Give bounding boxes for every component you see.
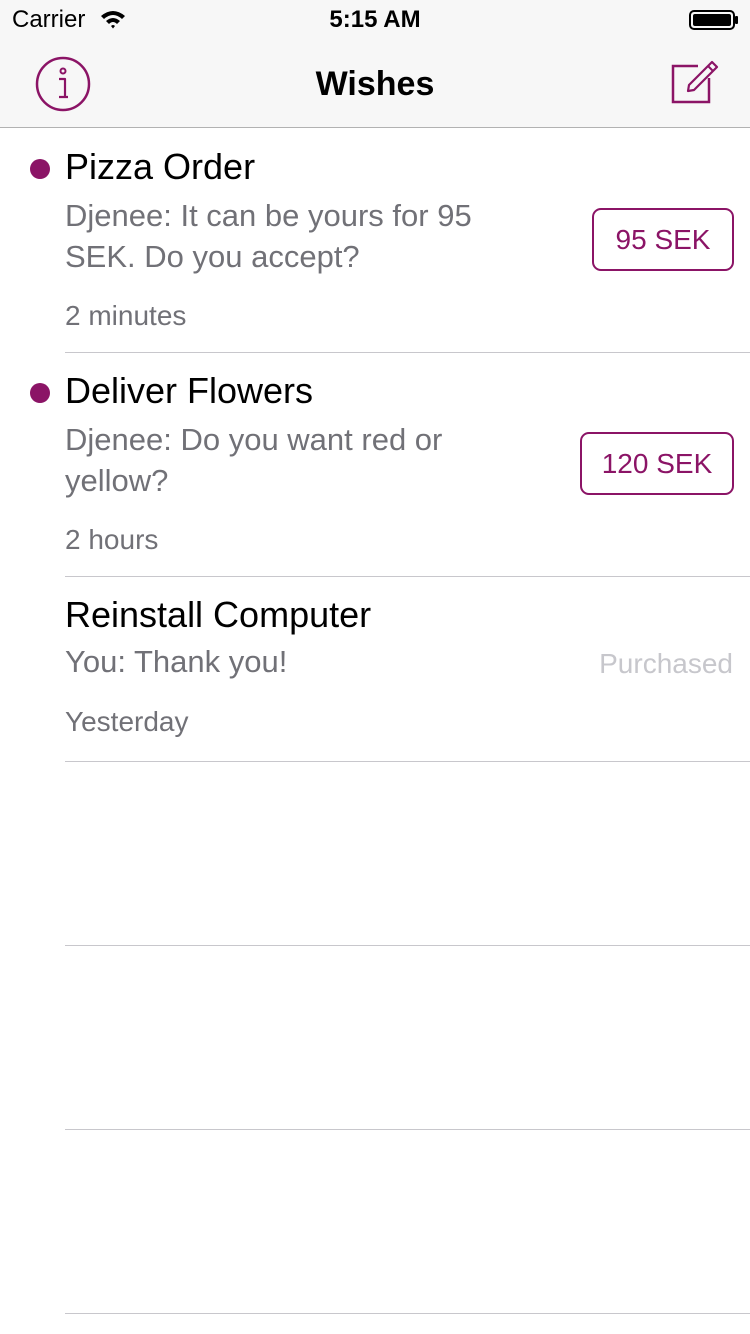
status-time: 5:15 AM (329, 6, 421, 33)
battery-icon (689, 10, 738, 30)
row-separator (65, 1313, 750, 1314)
wish-title: Pizza Order (65, 146, 256, 187)
page-title: Wishes (315, 65, 435, 103)
wish-status: Purchased (599, 648, 733, 679)
status-bar: Carrier 5:15 AM (0, 0, 750, 40)
wish-last-message: Djenee: Do you want red or yellow? (65, 422, 443, 498)
empty-row (0, 946, 750, 1130)
list-item[interactable]: Pizza Order Djenee: It can be yours for … (0, 129, 750, 353)
empty-row (0, 1130, 750, 1314)
wish-last-message: Djenee: It can be yours for 95 SEK. Do y… (65, 198, 472, 274)
price-badge[interactable]: 95 SEK (592, 208, 734, 271)
wishes-list: Pizza Order Djenee: It can be yours for … (0, 129, 750, 1314)
price-badge[interactable]: 120 SEK (580, 432, 734, 495)
unread-indicator (30, 159, 50, 179)
wish-timestamp: Yesterday (65, 706, 189, 737)
compose-icon[interactable] (668, 56, 720, 108)
list-item[interactable]: Deliver Flowers Djenee: Do you want red … (0, 353, 750, 577)
wish-timestamp: 2 hours (65, 524, 159, 555)
wish-timestamp: 2 minutes (65, 300, 187, 331)
wish-title: Deliver Flowers (65, 370, 314, 411)
wish-title: Reinstall Computer (65, 594, 372, 635)
empty-row (0, 762, 750, 946)
wish-last-message: You: Thank you! (65, 644, 288, 679)
navigation-bar: Wishes (0, 40, 750, 128)
list-item[interactable]: Reinstall Computer You: Thank you! Purch… (0, 577, 750, 762)
wishes-screen: Carrier 5:15 AM Wishes Pizza Order Djene… (0, 0, 750, 1334)
unread-indicator (30, 383, 50, 403)
